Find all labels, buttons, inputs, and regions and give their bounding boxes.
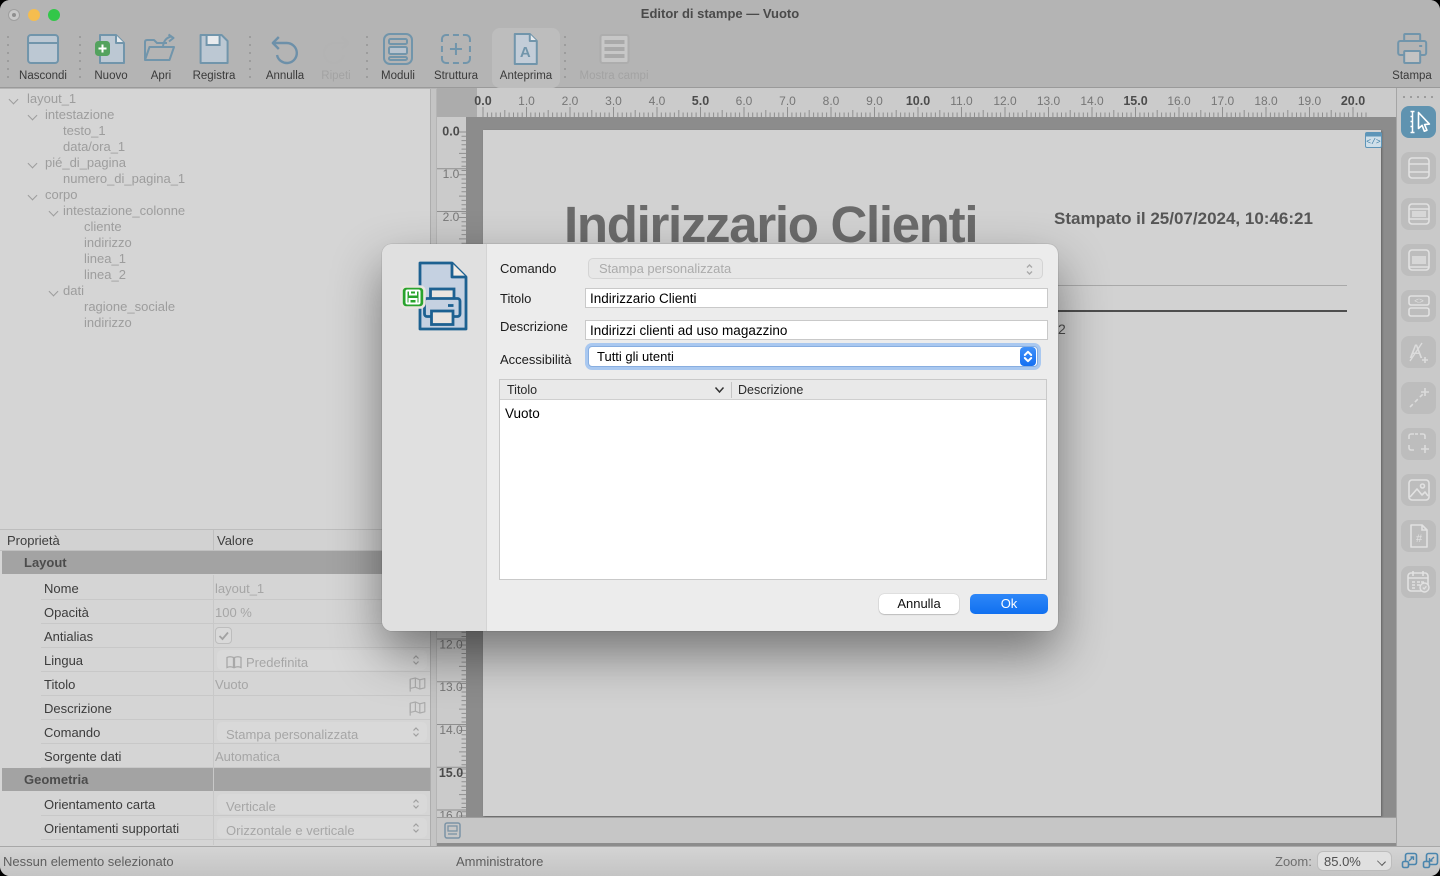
svg-text:10.0: 10.0 xyxy=(906,94,930,108)
svg-text:17.0: 17.0 xyxy=(1211,94,1235,108)
svg-text:13.0: 13.0 xyxy=(1037,94,1061,108)
svg-text:2.0: 2.0 xyxy=(443,210,460,224)
svg-text:14.0: 14.0 xyxy=(439,723,463,737)
svg-text:</>: </> xyxy=(1366,138,1381,147)
svg-text:7.0: 7.0 xyxy=(779,94,796,108)
svg-text:2.0: 2.0 xyxy=(562,94,579,108)
svg-text:1.0: 1.0 xyxy=(518,94,535,108)
svg-text:0.0: 0.0 xyxy=(474,94,491,108)
svg-text:4.0: 4.0 xyxy=(649,94,666,108)
svg-text:16.0: 16.0 xyxy=(439,809,463,818)
svg-text:18.0: 18.0 xyxy=(1254,94,1278,108)
svg-text:15.0: 15.0 xyxy=(439,766,463,780)
svg-text:12.0: 12.0 xyxy=(993,94,1017,108)
svg-text:A: A xyxy=(520,44,531,61)
svg-text:15.0: 15.0 xyxy=(1123,94,1147,108)
svg-text:13.0: 13.0 xyxy=(439,680,463,694)
svg-text:20.0: 20.0 xyxy=(1341,94,1365,108)
svg-text:16.0: 16.0 xyxy=(1167,94,1191,108)
svg-text:11.0: 11.0 xyxy=(950,94,973,108)
svg-text:0.0: 0.0 xyxy=(442,125,459,139)
svg-text:#: # xyxy=(1415,533,1422,545)
svg-text:12.0: 12.0 xyxy=(439,638,463,652)
svg-text:5.0: 5.0 xyxy=(692,94,709,108)
svg-text:14.0: 14.0 xyxy=(1080,94,1104,108)
svg-text:9.0: 9.0 xyxy=(866,94,883,108)
svg-text:1.0: 1.0 xyxy=(443,167,460,181)
svg-text:8.0: 8.0 xyxy=(823,94,840,108)
svg-text:19.0: 19.0 xyxy=(1298,94,1322,108)
svg-text:3.0: 3.0 xyxy=(605,94,622,108)
svg-text:6.0: 6.0 xyxy=(736,94,753,108)
svg-text:<>: <> xyxy=(1414,298,1424,307)
